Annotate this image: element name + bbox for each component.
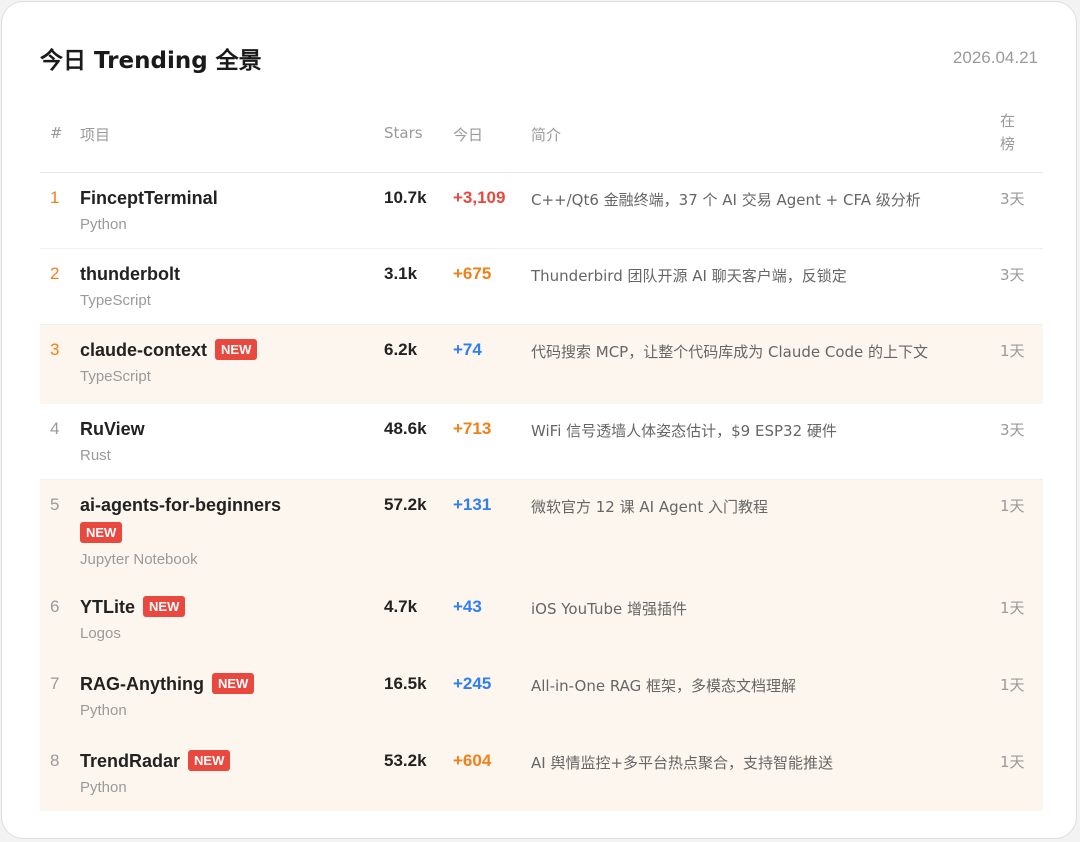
project-language: Jupyter Notebook [80, 551, 198, 568]
today-stars: +245 [453, 674, 492, 693]
days-on-list: 3天 [1000, 266, 1025, 284]
today-stars: +713 [453, 419, 492, 438]
project-name-link[interactable]: thunderbolt [80, 264, 180, 284]
stars-count: 53.2k [384, 751, 427, 770]
project-language: TypeScript [80, 368, 151, 385]
badge-line: NEW [80, 519, 370, 547]
project-name-link[interactable]: claude-context [80, 340, 207, 360]
today-stars: +131 [453, 495, 492, 514]
project-name-link[interactable]: ai-agents-for-beginners [80, 495, 281, 515]
stars-count: 10.7k [384, 188, 427, 207]
new-badge: NEW [188, 750, 231, 771]
days-on-list: 1天 [1000, 676, 1025, 694]
days-on-list: 1天 [1000, 753, 1025, 771]
project-cell: ai-agents-for-beginners NEW Jupyter Note… [80, 493, 370, 568]
project-language: Python [80, 702, 127, 719]
project-cell: TrendRadar NEW Python [80, 749, 370, 796]
row-rank: 6 [50, 597, 60, 616]
project-name-line: FinceptTerminal [80, 186, 370, 212]
project-name-line: thunderbolt [80, 262, 370, 288]
table-row[interactable]: 3 claude-context NEW TypeScript 6.2k +74 … [40, 325, 1043, 404]
card-title: 今日 Trending 全景 [40, 48, 262, 74]
days-on-list: 1天 [1000, 497, 1025, 515]
project-description: Thunderbird 团队开源 AI 聊天客户端，反锁定 [531, 267, 847, 285]
column-header-onboard: 在榜 [1000, 112, 1016, 153]
row-rank: 2 [50, 264, 60, 283]
table-row[interactable]: 4 RuView Rust 48.6k +713 WiFi 信号透墙人体姿态估计… [40, 404, 1043, 480]
column-header-rank: # [50, 124, 63, 142]
project-name-line: RuView [80, 417, 370, 443]
new-badge: NEW [143, 596, 186, 617]
today-stars: +74 [453, 340, 482, 359]
project-cell: thunderbolt TypeScript [80, 262, 370, 309]
trending-card: 今日 Trending 全景 2026.04.21 # 项目 Stars 今日 … [1, 1, 1077, 839]
table-row[interactable]: 6 YTLite NEW Logos 4.7k +43 iOS YouTube 增… [40, 582, 1043, 659]
project-description: 微软官方 12 课 AI Agent 入门教程 [531, 498, 769, 516]
stars-count: 48.6k [384, 419, 427, 438]
project-description: iOS YouTube 增强插件 [531, 600, 688, 618]
row-rank: 8 [50, 751, 60, 770]
card-header: 今日 Trending 全景 2026.04.21 [40, 42, 1038, 74]
card-date: 2026.04.21 [952, 48, 1038, 67]
project-name-line: YTLite NEW [80, 595, 370, 621]
today-stars: +675 [453, 264, 492, 283]
row-rank: 1 [50, 188, 60, 207]
stars-count: 16.5k [384, 674, 427, 693]
project-name-link[interactable]: RuView [80, 419, 145, 439]
trending-table: # 项目 Stars 今日 简介 在榜 1 FinceptTerminal Py… [40, 104, 1043, 811]
column-header-today: 今日 [453, 126, 484, 144]
project-name-line: TrendRadar NEW [80, 749, 370, 775]
today-stars: +43 [453, 597, 482, 616]
project-name-link[interactable]: FinceptTerminal [80, 188, 218, 208]
table-body: 1 FinceptTerminal Python 10.7k +3,109 C+… [40, 173, 1043, 811]
project-cell: RuView Rust [80, 417, 370, 464]
project-cell: FinceptTerminal Python [80, 186, 370, 233]
project-name-link[interactable]: YTLite [80, 597, 135, 617]
project-language: Python [80, 216, 127, 233]
project-description: C++/Qt6 金融终端，37 个 AI 交易 Agent + CFA 级分析 [531, 191, 921, 209]
table-row[interactable]: 1 FinceptTerminal Python 10.7k +3,109 C+… [40, 173, 1043, 249]
days-on-list: 1天 [1000, 599, 1025, 617]
table-row[interactable]: 5 ai-agents-for-beginners NEW Jupyter No… [40, 480, 1043, 582]
days-on-list: 3天 [1000, 421, 1025, 439]
days-on-list: 1天 [1000, 342, 1025, 360]
today-stars: +604 [453, 751, 492, 770]
project-name-link[interactable]: RAG-Anything [80, 674, 204, 694]
column-header-desc: 简介 [531, 126, 562, 144]
project-name-line: ai-agents-for-beginners [80, 493, 370, 519]
project-language: Logos [80, 625, 121, 642]
project-description: 代码搜索 MCP，让整个代码库成为 Claude Code 的上下文 [531, 343, 929, 361]
table-row[interactable]: 2 thunderbolt TypeScript 3.1k +675 Thund… [40, 249, 1043, 325]
table-row[interactable]: 8 TrendRadar NEW Python 53.2k +604 AI 舆情监… [40, 736, 1043, 811]
days-on-list: 3天 [1000, 190, 1025, 208]
new-badge: NEW [215, 339, 258, 360]
table-row[interactable]: 7 RAG-Anything NEW Python 16.5k +245 All-… [40, 659, 1043, 736]
project-name-line: RAG-Anything NEW [80, 672, 370, 698]
project-name-link[interactable]: TrendRadar [80, 751, 180, 771]
new-badge: NEW [80, 522, 123, 543]
project-cell: claude-context NEW TypeScript [80, 338, 370, 385]
column-header-project: 项目 [80, 126, 111, 144]
stars-count: 6.2k [384, 340, 418, 359]
project-language: TypeScript [80, 292, 151, 309]
project-description: AI 舆情监控+多平台热点聚合，支持智能推送 [531, 754, 834, 772]
new-badge: NEW [211, 673, 255, 694]
project-language: Rust [80, 447, 111, 464]
stars-count: 4.7k [384, 597, 418, 616]
project-cell: RAG-Anything NEW Python [80, 672, 370, 719]
row-rank: 3 [50, 340, 60, 359]
row-rank: 5 [50, 495, 60, 514]
row-rank: 4 [50, 419, 60, 438]
project-description: WiFi 信号透墙人体姿态估计，$9 ESP32 硬件 [531, 422, 837, 440]
project-description: All-in-One RAG 框架，多模态文档理解 [531, 677, 797, 695]
table-header: # 项目 Stars 今日 简介 在榜 [40, 104, 1043, 173]
column-header-stars: Stars [384, 124, 423, 142]
stars-count: 3.1k [384, 264, 418, 283]
project-language: Python [80, 779, 127, 796]
project-name-line: claude-context NEW [80, 338, 370, 364]
today-stars: +3,109 [453, 188, 506, 207]
row-rank: 7 [50, 674, 60, 693]
stars-count: 57.2k [384, 495, 427, 514]
project-cell: YTLite NEW Logos [80, 595, 370, 642]
